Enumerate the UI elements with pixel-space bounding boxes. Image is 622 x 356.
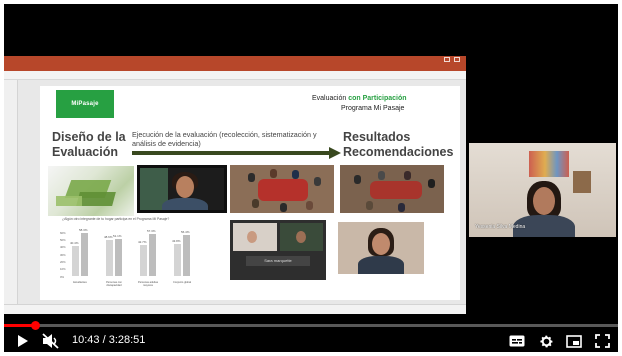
x-tick-label: Estudiantes <box>73 281 87 284</box>
data-label: 40.4% <box>70 241 79 246</box>
meeting-room-image <box>340 165 444 213</box>
process-arrow <box>132 151 332 155</box>
chart-bar <box>72 246 79 276</box>
y-tick-label: 30% <box>60 252 66 257</box>
results-heading: Resultados Recomendaciones <box>343 130 454 159</box>
presenter-webcam: Yessenia Silva Medina <box>469 143 616 237</box>
y-tick-label: 0% <box>60 274 65 279</box>
gear-icon[interactable] <box>538 333 554 349</box>
bar-chart: 60% 50% 40% 30% 20% 10% 0% 40.4% 58.3% Estudiante… <box>60 228 220 287</box>
evaluation-title: Evaluación con Participación <box>312 95 407 102</box>
data-label: 43.8% <box>172 238 181 243</box>
data-label: 58.3% <box>79 228 88 233</box>
data-label: 42.7% <box>138 239 147 244</box>
data-label: 51.1% <box>113 233 122 238</box>
miniplayer-icon[interactable] <box>566 334 582 348</box>
fullscreen-icon[interactable] <box>594 334 610 348</box>
volume-muted-icon[interactable] <box>42 333 60 349</box>
y-tick-label: 60% <box>60 230 66 235</box>
y-tick-label: 10% <box>60 267 66 272</box>
program-name: Programa Mi Pasaje <box>341 105 405 112</box>
video-frame[interactable]: MiPasaje Evaluación con Participación Pr… <box>4 4 618 334</box>
folders-image <box>48 166 134 216</box>
mi-pasaje-logo: MiPasaje <box>56 90 114 118</box>
chart-bar <box>140 244 147 276</box>
design-heading: Diseño de la Evaluación <box>52 130 126 159</box>
meeting-room-image <box>230 165 334 213</box>
chart-bar <box>115 238 122 276</box>
arrow-head-icon <box>329 147 341 159</box>
meeting-participant-label: Sara marquette <box>246 256 310 266</box>
x-tick-label: Personas adultas mayores <box>137 281 159 287</box>
y-tick-label: 40% <box>60 245 66 250</box>
data-label: 56.4% <box>181 229 190 234</box>
time-display: 10:43 / 3:28:51 <box>72 334 146 346</box>
chart-bar <box>149 233 156 276</box>
play-icon[interactable] <box>14 333 30 349</box>
video-player[interactable]: MiPasaje Evaluación con Participación Pr… <box>0 0 622 356</box>
close-icon <box>454 57 460 62</box>
video-call-image <box>137 165 227 213</box>
slide-thumbnails-pane <box>4 80 18 304</box>
progress-bar[interactable] <box>4 321 618 330</box>
execution-text: Ejecución de la evaluación (recolección,… <box>132 130 317 148</box>
powerpoint-statusbar <box>4 304 466 314</box>
chart-bar <box>174 243 181 276</box>
y-tick-label: 20% <box>60 259 66 264</box>
bookshelf <box>573 171 591 193</box>
chart-title: ¿Algún otro integrante de tu hogar parti… <box>62 217 170 221</box>
x-tick-label: Conjunto global <box>172 281 192 284</box>
ruler <box>4 71 466 80</box>
wall-painting <box>529 151 569 177</box>
chart-bar <box>81 233 88 276</box>
presenter-name-tag: Yessenia Silva Medina <box>475 224 526 230</box>
powerpoint-ribbon <box>4 64 466 71</box>
video-call-grid-image: Sara marquette <box>230 220 326 280</box>
data-label: 57.3% <box>147 228 156 233</box>
participant-photo <box>338 222 424 274</box>
x-tick-label: Personas con discapacidad <box>106 281 122 287</box>
subtitles-icon[interactable] <box>509 334 525 348</box>
powerpoint-window: MiPasaje Evaluación con Participación Pr… <box>4 56 466 314</box>
y-tick-label: 50% <box>60 237 66 242</box>
data-label: 48.6% <box>104 235 113 240</box>
powerpoint-titlebar <box>4 56 466 64</box>
minimize-icon <box>444 57 450 62</box>
slide: MiPasaje Evaluación con Participación Pr… <box>40 86 460 300</box>
player-controls: 10:43 / 3:28:51 <box>4 330 618 352</box>
chart-bar <box>106 240 113 276</box>
chart-bar <box>183 234 190 276</box>
